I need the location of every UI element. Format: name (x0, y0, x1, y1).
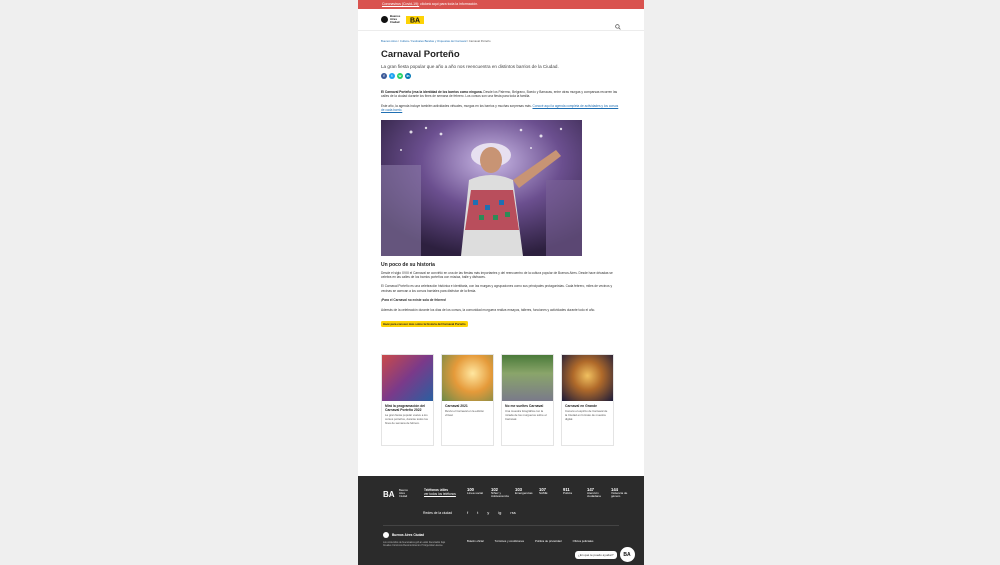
card-title: No me sueltes Carnaval (505, 404, 544, 409)
card-programacion[interactable]: Mirá la programación del Carnaval Porteñ… (381, 354, 434, 447)
rss-icon[interactable]: rss (510, 510, 515, 515)
hero-image (381, 119, 582, 256)
card-image (382, 355, 433, 402)
ba-logo-icon[interactable]: BA (406, 15, 424, 24)
history-button[interactable]: Hacé para conocer más sobre la historia … (381, 320, 468, 328)
covid-alert-text: clickeá aquí para toda la información. (420, 2, 479, 6)
phone-number-item[interactable]: 102 Niñez y Adolescencia (491, 488, 515, 499)
twitter-icon[interactable]: t (477, 510, 478, 515)
breadcrumb-item-festivales[interactable]: Festivales Bandas y Orquestas del Carnav… (411, 39, 466, 43)
whatsapp-icon[interactable]: w (397, 73, 403, 79)
city-logo-text: Buenos Aires Ciudad (392, 533, 425, 537)
footer-phone-numbers: 100 Línea social 102 Niñez y Adolescencia … (467, 488, 635, 499)
footer-social-icons: f t y ig rss (467, 510, 516, 515)
breadcrumb: Buenos Aires / Cultura / Festivales Band… (381, 39, 491, 43)
page-title: Carnaval Porteño (381, 49, 460, 60)
twitter-icon[interactable]: t (389, 73, 395, 79)
history-paragraph-2: El Carnaval Porteño es una celebración h… (381, 284, 613, 293)
card-desc: Revivi el Carnaval en la edición virtual… (445, 409, 485, 417)
share-buttons: f t w in (381, 73, 621, 79)
footer-legal: Los contenidos de buenosaires.gob.ar est… (383, 542, 446, 547)
page-subtitle: La gran fiesta popular que año a año nos… (381, 64, 559, 69)
search-icon[interactable] (615, 17, 621, 30)
phone-number-item[interactable]: 103 Emergencias (515, 488, 539, 499)
footer-ba-logo[interactable]: BA Buenos Aires Ciudad (383, 489, 411, 498)
phone-number-item[interactable]: 107 SAME (539, 488, 563, 499)
site-footer: BA Buenos Aires Ciudad Teléfonos útiles … (358, 476, 644, 565)
card-title: Mirá la programación del Carnaval Porteñ… (385, 404, 426, 413)
breadcrumb-item-home[interactable]: Buenos Aires (381, 39, 397, 43)
related-cards: Mirá la programación del Carnaval Porteñ… (381, 354, 621, 447)
footer-divider (383, 525, 619, 526)
intro-bold-text: El Carnaval Porteño (esa la identidad de… (381, 90, 483, 94)
card-image (502, 355, 553, 402)
breadcrumb-item-cultura[interactable]: Cultura (400, 39, 409, 43)
card-image (442, 355, 493, 402)
site-header: Buenos Aires Ciudad BA (358, 9, 644, 31)
chat-widget[interactable]: ¿En qué te puedo ayudar? BA (575, 547, 635, 562)
card-carnaval-en-grande[interactable]: Carnaval en Grande Conocé el espíritu de… (561, 354, 614, 447)
footer-link[interactable]: Términos y condiciones (495, 539, 524, 543)
footer-links: Boletín oficial Términos y condiciones P… (467, 539, 593, 543)
facebook-icon[interactable]: f (381, 73, 387, 79)
phone-number-item[interactable]: 144 Violencia de género (611, 488, 635, 499)
city-logo-icon (383, 532, 389, 538)
gcba-logo-text: Buenos Aires Ciudad (390, 14, 401, 24)
svg-text:BA: BA (410, 17, 420, 24)
chat-bubble[interactable]: ¿En qué te puedo ayudar? (575, 550, 617, 559)
linkedin-icon[interactable]: in (405, 73, 411, 79)
history-paragraph-3: ¡Para el Carnaval no existe sola de febr… (381, 298, 447, 303)
phone-number-item[interactable]: 147 Atención ciudadana (587, 488, 611, 499)
youtube-icon[interactable]: y (487, 510, 489, 515)
card-desc: La gran fiesta popular vuelve a los cors… (385, 413, 428, 425)
gcba-logo-icon (381, 16, 388, 23)
covid-alert-bar: Coronavirus (Covid-19): clickeá aquí par… (358, 0, 644, 9)
card-desc: Una muestra fotográfica con la mirada de… (505, 409, 547, 421)
intro-text-2: Este año, la agenda incluye también acti… (381, 103, 532, 108)
footer-link[interactable]: Oficios judiciales (573, 539, 594, 543)
footer-link[interactable]: Boletín oficial (467, 539, 484, 543)
history-paragraph-1: Desde el siglo XVIII el Carnaval se conv… (381, 270, 613, 280)
social-label: Redes de la ciudad (423, 511, 453, 515)
history-heading: Un poco de su historia (381, 261, 435, 268)
intro-paragraph-2: Este año, la agenda incluye también acti… (381, 104, 621, 113)
card-title: Carnaval en Grande (565, 404, 598, 409)
breadcrumb-current: Carnaval Porteño (468, 39, 491, 43)
instagram-icon[interactable]: ig (498, 510, 501, 515)
main-content: Buenos Aires / Cultura / Festivales Band… (358, 39, 644, 447)
covid-alert-link[interactable]: Coronavirus (Covid-19): (382, 2, 419, 6)
phones-link[interactable]: ver todos los teléfonos (424, 492, 456, 496)
card-desc: Conocé el espíritu de Carnaval de la Ciu… (565, 409, 608, 421)
gcba-logo[interactable]: Buenos Aires Ciudad (381, 15, 402, 24)
page: Coronavirus (Covid-19): clickeá aquí par… (358, 0, 644, 565)
chat-button[interactable]: BA (619, 547, 635, 562)
footer-phones: Teléfonos útiles ver todos los teléfonos (424, 488, 456, 496)
history-paragraph-4: Además de la celebración durante los día… (381, 307, 596, 312)
facebook-icon[interactable]: f (467, 510, 468, 515)
card-carnaval-2021[interactable]: Carnaval 2021 Revivi el Carnaval en la e… (441, 354, 494, 447)
intro-paragraph-1: El Carnaval Porteño (esa la identidad de… (381, 90, 621, 99)
footer-ba-text: Buenos Aires Ciudad (399, 489, 408, 498)
phone-number-item[interactable]: 100 Línea social (467, 488, 491, 499)
svg-text:BA: BA (383, 490, 395, 498)
phone-number-item[interactable]: 911 Policía (563, 488, 587, 499)
footer-city-logo[interactable]: Buenos Aires Ciudad (383, 532, 424, 538)
card-no-me-sueltes[interactable]: No me sueltes Carnaval Una muestra fotog… (501, 354, 554, 447)
card-title: Carnaval 2021 (445, 404, 468, 409)
footer-link[interactable]: Política de privacidad (535, 539, 562, 543)
card-image (562, 355, 613, 402)
